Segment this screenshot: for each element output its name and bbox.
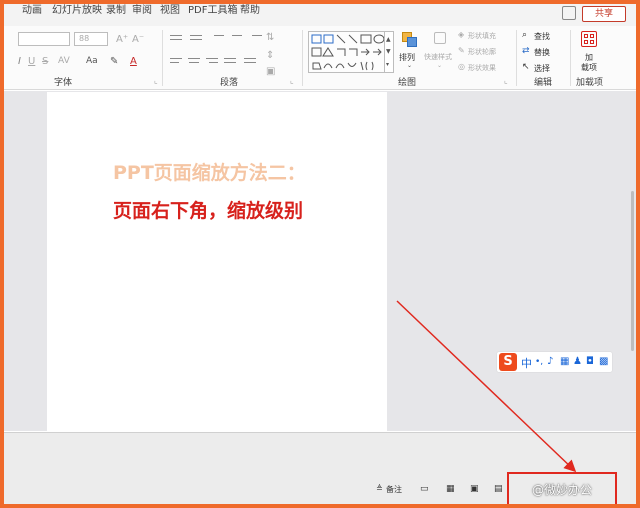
screenshot-frame: 动画 幻灯片放映 录制 审阅 视图 PDF工具箱 帮助 共享 88 A⁺ A⁻ …	[0, 0, 640, 508]
watermark: @微妙办公	[532, 483, 593, 497]
annotation-arrow	[396, 300, 577, 473]
